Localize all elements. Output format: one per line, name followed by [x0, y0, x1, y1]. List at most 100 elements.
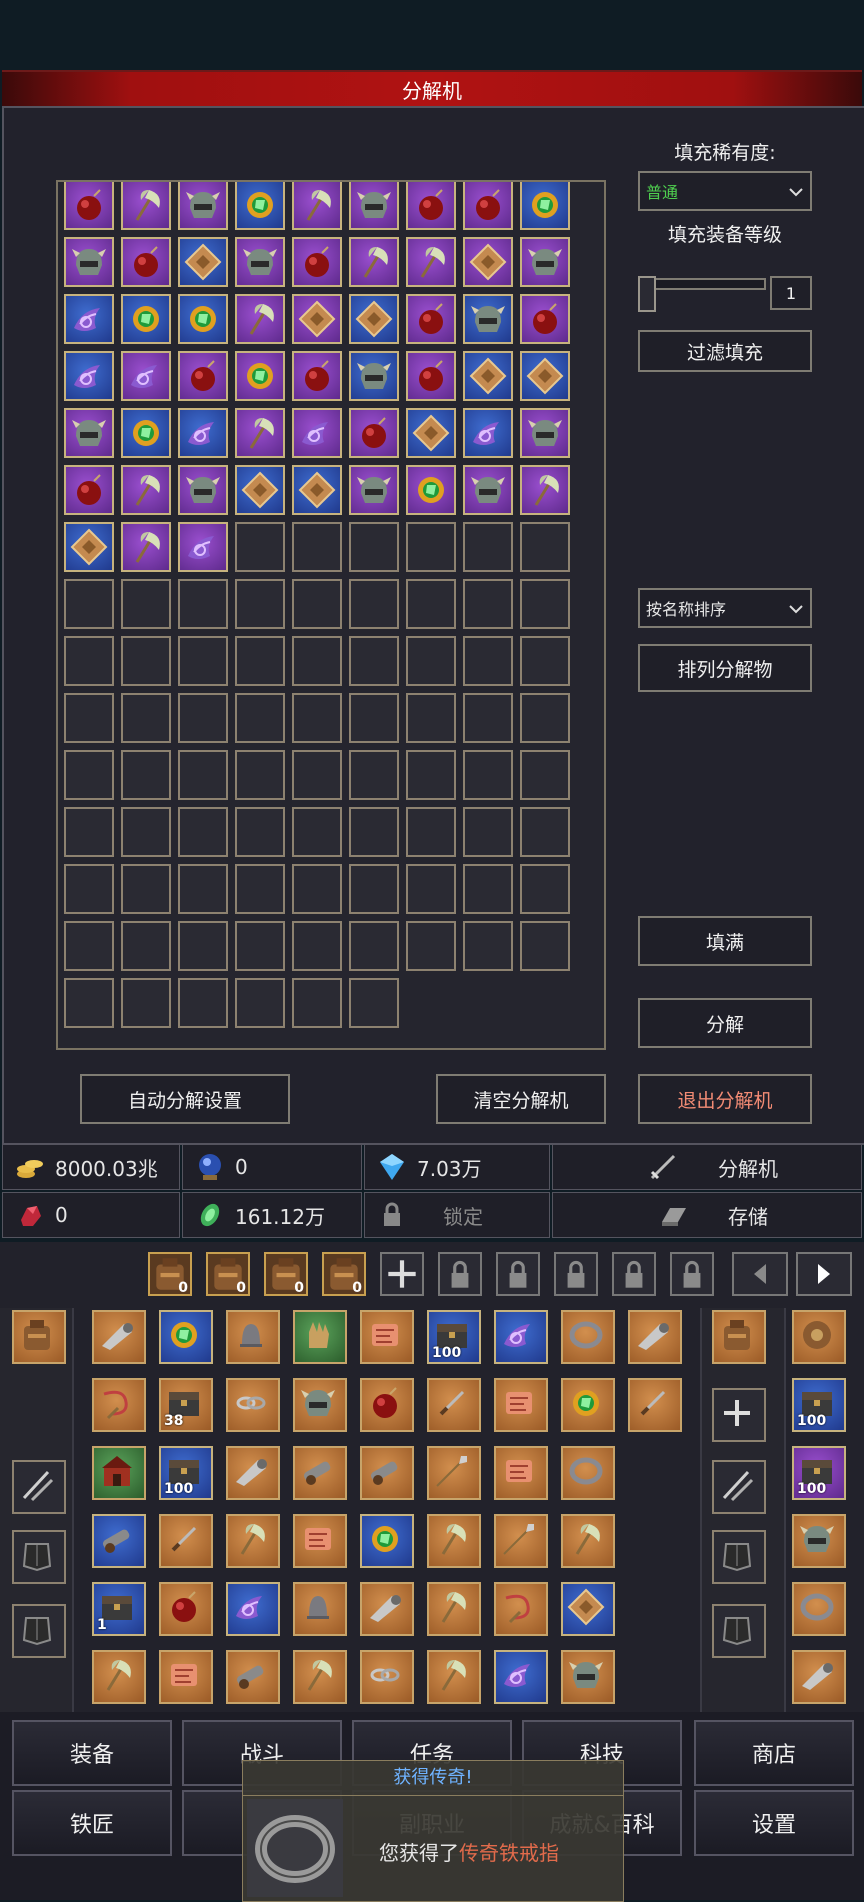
- inventory-item[interactable]: [159, 1650, 213, 1704]
- grid-slot-empty[interactable]: [121, 807, 171, 857]
- grid-slot-empty[interactable]: [64, 750, 114, 800]
- grid-slot-empty[interactable]: [520, 693, 570, 743]
- grid-slot-empty[interactable]: [64, 921, 114, 971]
- grid-slot-empty[interactable]: [178, 807, 228, 857]
- right-side-button[interactable]: [712, 1388, 766, 1442]
- grid-slot-empty[interactable]: [64, 864, 114, 914]
- grid-slot-empty[interactable]: [292, 579, 342, 629]
- grid-slot-empty[interactable]: [292, 750, 342, 800]
- grid-slot-empty[interactable]: [178, 978, 228, 1028]
- inventory-item[interactable]: 100: [792, 1378, 846, 1432]
- grid-slot-empty[interactable]: [349, 522, 399, 572]
- bag-tab[interactable]: 0: [148, 1252, 192, 1296]
- grid-item[interactable]: [235, 294, 285, 344]
- grid-item[interactable]: [64, 182, 114, 230]
- grid-item[interactable]: [463, 237, 513, 287]
- grid-item[interactable]: [178, 351, 228, 401]
- grid-item[interactable]: [235, 465, 285, 515]
- inventory-item[interactable]: [92, 1650, 146, 1704]
- grid-slot-empty[interactable]: [406, 693, 456, 743]
- inventory-item[interactable]: [561, 1378, 615, 1432]
- grid-slot-empty[interactable]: [178, 636, 228, 686]
- inventory-item[interactable]: 100: [159, 1446, 213, 1500]
- grid-slot-empty[interactable]: [463, 693, 513, 743]
- level-slider-handle[interactable]: [638, 276, 656, 312]
- grid-item[interactable]: [406, 465, 456, 515]
- nav-button[interactable]: 铁匠: [12, 1790, 172, 1856]
- level-slider-track[interactable]: [638, 278, 766, 290]
- grid-slot-empty[interactable]: [235, 807, 285, 857]
- inventory-item[interactable]: [628, 1310, 682, 1364]
- grid-item[interactable]: [292, 351, 342, 401]
- grid-slot-empty[interactable]: [406, 750, 456, 800]
- grid-item[interactable]: [349, 465, 399, 515]
- grid-item[interactable]: [520, 465, 570, 515]
- inventory-item[interactable]: [561, 1310, 615, 1364]
- left-side-button[interactable]: [12, 1604, 66, 1658]
- inventory-item[interactable]: [494, 1582, 548, 1636]
- left-side-button[interactable]: [12, 1310, 66, 1364]
- grid-item[interactable]: [406, 182, 456, 230]
- inventory-item[interactable]: [360, 1582, 414, 1636]
- grid-item[interactable]: [235, 408, 285, 458]
- grid-slot-empty[interactable]: [349, 807, 399, 857]
- grid-item[interactable]: [121, 237, 171, 287]
- inventory-item[interactable]: [360, 1310, 414, 1364]
- grid-slot-empty[interactable]: [349, 921, 399, 971]
- inventory-item[interactable]: [226, 1582, 280, 1636]
- left-side-button[interactable]: [12, 1530, 66, 1584]
- inventory-item[interactable]: [293, 1514, 347, 1568]
- inventory-item[interactable]: [226, 1650, 280, 1704]
- inventory-item[interactable]: [92, 1514, 146, 1568]
- grid-item[interactable]: [178, 408, 228, 458]
- grid-slot-empty[interactable]: [121, 978, 171, 1028]
- grid-slot-empty[interactable]: [121, 636, 171, 686]
- grid-slot-empty[interactable]: [178, 921, 228, 971]
- grid-slot-empty[interactable]: [292, 693, 342, 743]
- bag-tab[interactable]: 0: [264, 1252, 308, 1296]
- inventory-item[interactable]: [360, 1378, 414, 1432]
- inventory-item[interactable]: [92, 1378, 146, 1432]
- sort-select[interactable]: 按名称排序: [638, 588, 812, 628]
- inventory-item[interactable]: [226, 1378, 280, 1432]
- bag-tab[interactable]: 0: [322, 1252, 366, 1296]
- inventory-item[interactable]: [427, 1582, 481, 1636]
- grid-item[interactable]: [463, 182, 513, 230]
- grid-slot-empty[interactable]: [64, 579, 114, 629]
- grid-item[interactable]: [292, 465, 342, 515]
- grid-slot-empty[interactable]: [463, 807, 513, 857]
- grid-item[interactable]: [463, 294, 513, 344]
- inventory-item[interactable]: [159, 1310, 213, 1364]
- inventory-item[interactable]: [427, 1514, 481, 1568]
- grid-slot-empty[interactable]: [64, 636, 114, 686]
- grid-slot-empty[interactable]: [235, 921, 285, 971]
- grid-item[interactable]: [121, 522, 171, 572]
- inventory-item[interactable]: [360, 1514, 414, 1568]
- grid-item[interactable]: [520, 237, 570, 287]
- grid-item[interactable]: [121, 351, 171, 401]
- rarity-select[interactable]: 普通: [638, 171, 812, 211]
- grid-slot-empty[interactable]: [235, 978, 285, 1028]
- inventory-item[interactable]: [92, 1310, 146, 1364]
- grid-item[interactable]: [178, 182, 228, 230]
- grid-slot-empty[interactable]: [406, 636, 456, 686]
- inventory-item[interactable]: [427, 1446, 481, 1500]
- grid-slot-empty[interactable]: [520, 522, 570, 572]
- inventory-item[interactable]: 38: [159, 1378, 213, 1432]
- grid-slot-empty[interactable]: [406, 522, 456, 572]
- grid-item[interactable]: [121, 182, 171, 230]
- grid-item[interactable]: [520, 408, 570, 458]
- grid-slot-empty[interactable]: [292, 807, 342, 857]
- inventory-item[interactable]: [159, 1582, 213, 1636]
- grid-slot-empty[interactable]: [121, 921, 171, 971]
- right-side-button[interactable]: [712, 1460, 766, 1514]
- inventory-item[interactable]: [293, 1310, 347, 1364]
- inventory-item[interactable]: [494, 1514, 548, 1568]
- grid-slot-empty[interactable]: [235, 693, 285, 743]
- grid-slot-empty[interactable]: [349, 750, 399, 800]
- grid-item[interactable]: [235, 351, 285, 401]
- nav-button[interactable]: 设置: [694, 1790, 854, 1856]
- grid-slot-empty[interactable]: [406, 579, 456, 629]
- sort-items-button[interactable]: 排列分解物: [638, 644, 812, 692]
- grid-item[interactable]: [406, 294, 456, 344]
